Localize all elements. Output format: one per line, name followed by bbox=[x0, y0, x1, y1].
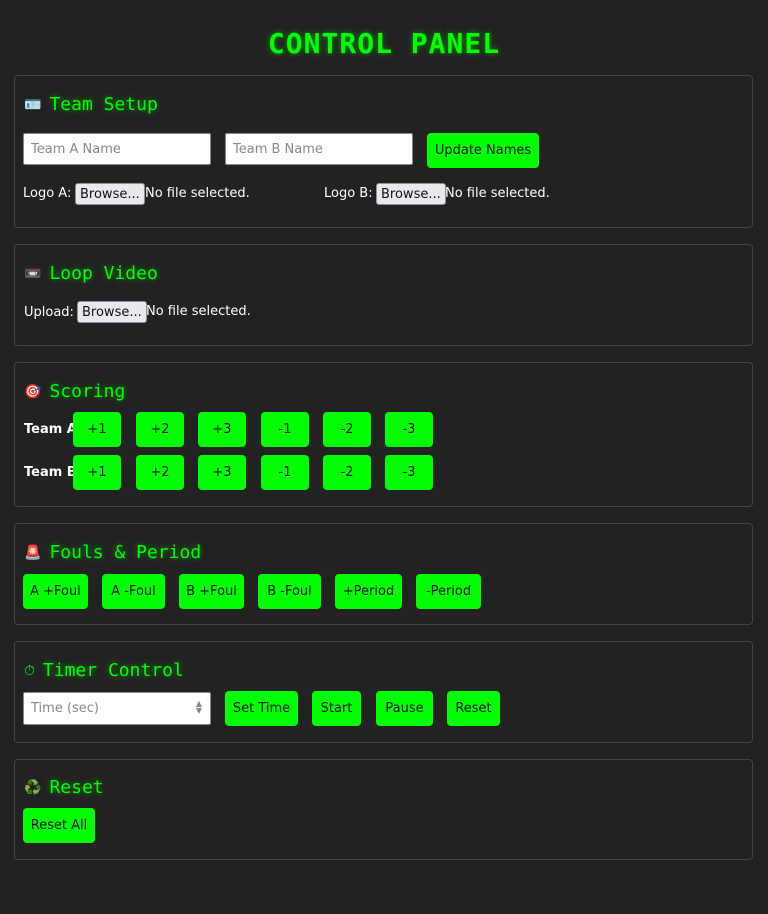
team-b-minus-2-button[interactable]: -2 bbox=[323, 455, 371, 490]
siren-icon: 🚨 bbox=[24, 544, 42, 561]
logo-a-browse-button[interactable]: Browse... bbox=[75, 183, 145, 205]
time-input-wrapper: ▲▼ bbox=[23, 692, 211, 725]
timer-control-title: Timer Control bbox=[42, 660, 184, 681]
team-a-plus-1-button[interactable]: +1 bbox=[73, 412, 121, 447]
team-a-minus-3-button[interactable]: -3 bbox=[385, 412, 433, 447]
team-b-add-foul-button[interactable]: B +Foul bbox=[179, 574, 244, 609]
logo-b-file-status: No file selected. bbox=[445, 186, 550, 201]
reset-panel: ♻️ Reset Reset All bbox=[14, 759, 753, 860]
team-b-minus-3-button[interactable]: -3 bbox=[385, 455, 433, 490]
number-spinner-icon[interactable]: ▲ ▼ bbox=[194, 700, 204, 715]
video-file-status: No file selected. bbox=[146, 304, 251, 319]
team-a-name-input[interactable] bbox=[23, 133, 211, 165]
team-a-add-foul-button[interactable]: A +Foul bbox=[23, 574, 88, 609]
reset-all-button[interactable]: Reset All bbox=[23, 808, 95, 843]
video-browse-button[interactable]: Browse... bbox=[77, 301, 147, 323]
team-b-plus-1-button[interactable]: +1 bbox=[73, 455, 121, 490]
loop-video-heading: 📼 Loop Video bbox=[24, 263, 158, 284]
logo-a-file-status: No file selected. bbox=[145, 186, 250, 201]
pause-timer-button[interactable]: Pause bbox=[376, 691, 433, 726]
logo-a-label: Logo A: bbox=[23, 186, 72, 201]
reset-title: Reset bbox=[49, 777, 104, 798]
team-a-remove-foul-button[interactable]: A -Foul bbox=[102, 574, 165, 609]
add-period-button[interactable]: +Period bbox=[335, 574, 402, 609]
id-card-icon: 🪪 bbox=[24, 96, 42, 113]
team-a-minus-1-button[interactable]: -1 bbox=[261, 412, 309, 447]
team-b-plus-3-button[interactable]: +3 bbox=[198, 455, 246, 490]
fouls-period-panel: 🚨 Fouls & Period A +Foul A -Foul B +Foul… bbox=[14, 523, 753, 625]
target-icon: 🎯 bbox=[24, 383, 42, 400]
scoring-title: Scoring bbox=[49, 381, 126, 402]
scoring-panel: 🎯 Scoring Team A +1 +2 +3 -1 -2 -3 Team … bbox=[14, 362, 753, 507]
scoring-heading: 🎯 Scoring bbox=[24, 381, 125, 402]
stopwatch-icon: ⏱ bbox=[24, 662, 35, 679]
team-setup-title: Team Setup bbox=[49, 94, 158, 115]
remove-period-button[interactable]: -Period bbox=[416, 574, 481, 609]
recycle-icon: ♻️ bbox=[24, 779, 42, 796]
timer-control-panel: ⏱ Timer Control ▲▼ Set Time Start Pause … bbox=[14, 641, 753, 743]
reset-heading: ♻️ Reset bbox=[24, 777, 104, 798]
fouls-period-heading: 🚨 Fouls & Period bbox=[24, 542, 201, 563]
team-a-plus-3-button[interactable]: +3 bbox=[198, 412, 246, 447]
team-setup-panel: 🪪 Team Setup Update Names Logo A: Browse… bbox=[14, 75, 753, 228]
team-a-score-label: Team A bbox=[24, 422, 77, 437]
team-a-plus-2-button[interactable]: +2 bbox=[136, 412, 184, 447]
video-tape-icon: 📼 bbox=[24, 265, 42, 282]
timer-control-heading: ⏱ Timer Control bbox=[24, 660, 184, 681]
logo-b-browse-button[interactable]: Browse... bbox=[376, 183, 446, 205]
loop-video-title: Loop Video bbox=[49, 263, 158, 284]
start-timer-button[interactable]: Start bbox=[312, 691, 361, 726]
team-setup-heading: 🪪 Team Setup bbox=[24, 94, 158, 115]
team-b-remove-foul-button[interactable]: B -Foul bbox=[258, 574, 321, 609]
logo-b-label: Logo B: bbox=[324, 186, 373, 201]
set-time-button[interactable]: Set Time bbox=[225, 691, 298, 726]
loop-video-panel: 📼 Loop Video Upload: Browse... No file s… bbox=[14, 244, 753, 346]
team-b-plus-2-button[interactable]: +2 bbox=[136, 455, 184, 490]
reset-timer-button[interactable]: Reset bbox=[447, 691, 500, 726]
upload-label: Upload: bbox=[24, 305, 74, 320]
team-b-score-label: Team B bbox=[24, 465, 77, 480]
update-names-button[interactable]: Update Names bbox=[427, 133, 539, 168]
fouls-period-title: Fouls & Period bbox=[49, 542, 202, 563]
team-b-minus-1-button[interactable]: -1 bbox=[261, 455, 309, 490]
team-b-name-input[interactable] bbox=[225, 133, 413, 165]
page-title: CONTROL PANEL bbox=[267, 27, 501, 60]
team-a-minus-2-button[interactable]: -2 bbox=[323, 412, 371, 447]
time-seconds-input[interactable] bbox=[23, 692, 211, 725]
